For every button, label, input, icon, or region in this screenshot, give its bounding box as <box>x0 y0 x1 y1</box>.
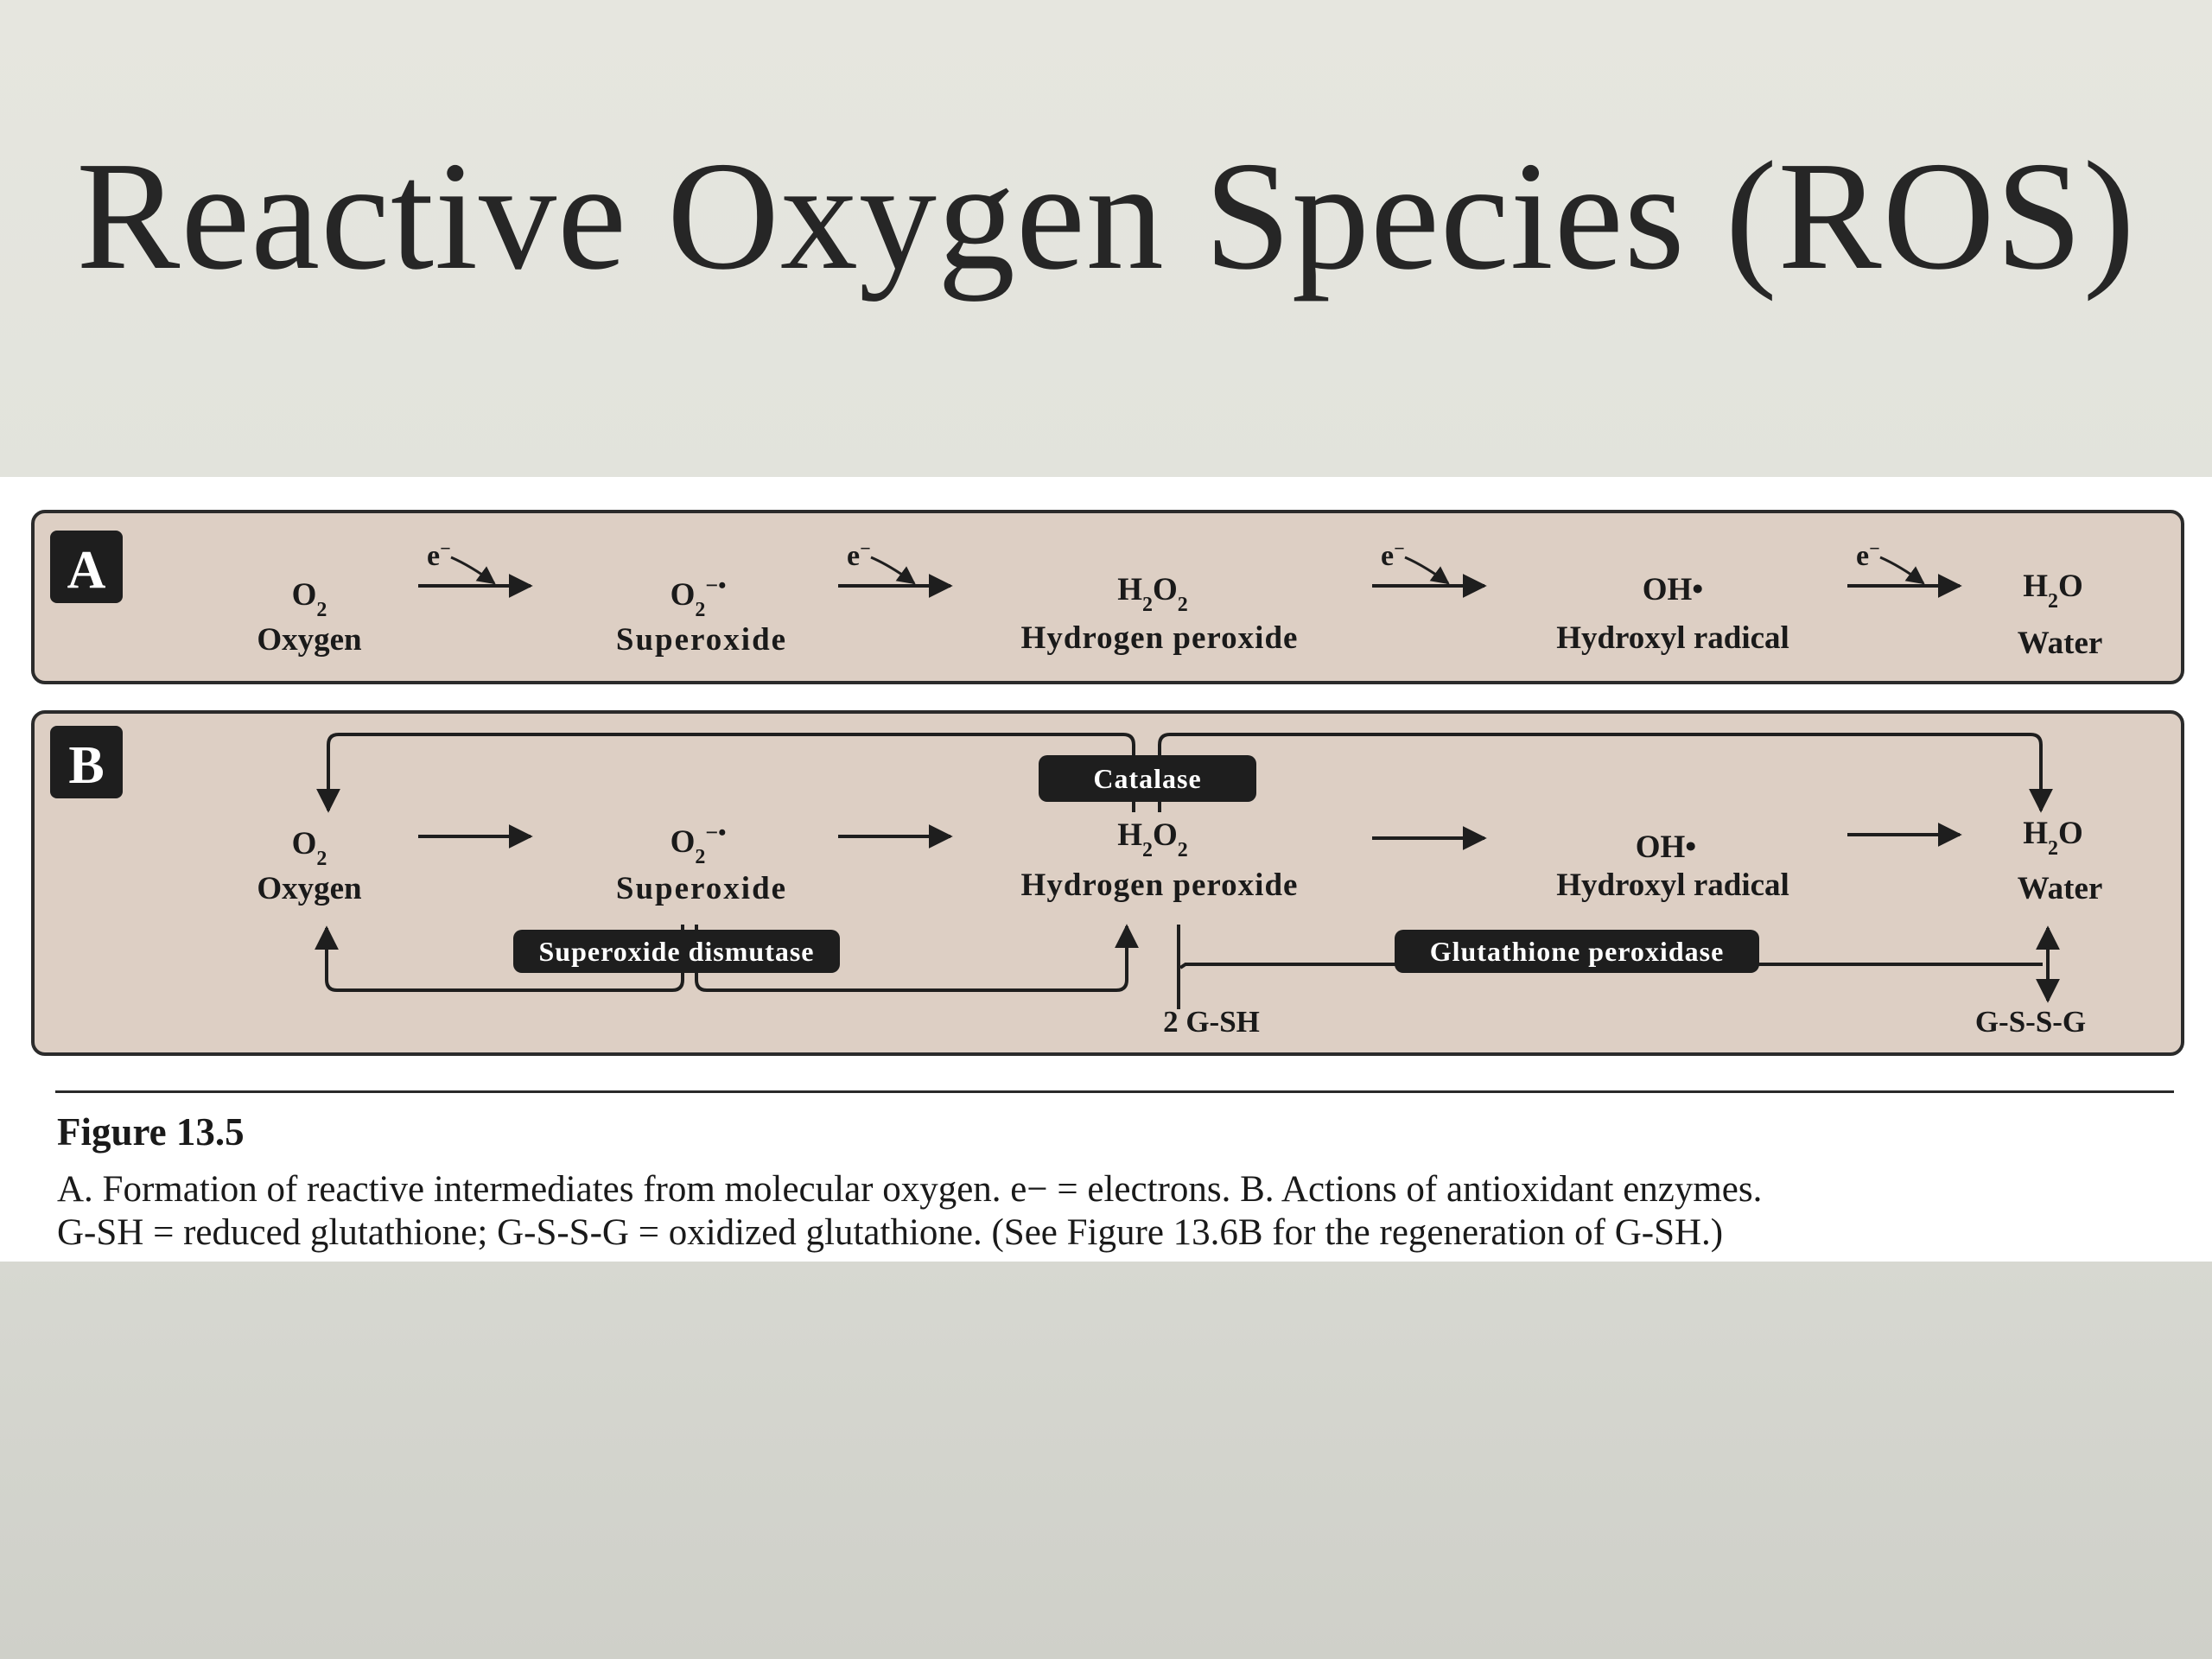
species-superoxide-name: Superoxide <box>616 871 787 906</box>
figure-caption-title: Figure 13.5 <box>57 1110 245 1154</box>
species-water-name: Water <box>2018 626 2103 661</box>
species-oxygen-name: Oxygen <box>257 871 362 906</box>
enzyme-catalase-label: Catalase <box>1093 763 1201 794</box>
gssg-label: G-S-S-G <box>1975 1005 2086 1039</box>
species-h2o2-name: Hydrogen peroxide <box>1021 620 1299 656</box>
species-water-name: Water <box>2018 871 2103 906</box>
species-h2o2-name: Hydrogen peroxide <box>1021 868 1299 903</box>
figure-caption-line-2: G-SH = reduced glutathione; G-S-S-G = ox… <box>57 1212 1724 1253</box>
caption-divider <box>55 1090 2174 1093</box>
figure-caption-line-1: A. Formation of reactive intermediates f… <box>57 1169 1763 1210</box>
panel-b-label: B <box>68 736 104 795</box>
panel-a-label: A <box>67 541 106 600</box>
species-hydroxyl-formula: OH• <box>1636 830 1697 865</box>
species-hydroxyl-formula: OH• <box>1643 572 1704 607</box>
gsh-label: 2 G-SH <box>1163 1005 1260 1039</box>
panel-b: B O2 Oxygen O2−• Superoxide H2O2 Hydroge… <box>31 710 2184 1056</box>
figure-caption-text: A. Formation of reactive intermediates f… <box>57 1168 2165 1255</box>
ros-diagram: A O2 Oxygen O2−• Superoxide H2O2 Hydroge… <box>31 510 2184 1056</box>
species-oxygen-name: Oxygen <box>257 622 362 658</box>
species-hydroxyl-name: Hydroxyl radical <box>1556 620 1789 656</box>
panel-a: A O2 Oxygen O2−• Superoxide H2O2 Hydroge… <box>31 510 2184 684</box>
species-hydroxyl-name: Hydroxyl radical <box>1556 868 1789 903</box>
enzyme-sod-label: Superoxide dismutase <box>538 936 814 967</box>
species-superoxide-name: Superoxide <box>616 622 787 658</box>
enzyme-gpx-label: Glutathione peroxidase <box>1430 936 1725 967</box>
